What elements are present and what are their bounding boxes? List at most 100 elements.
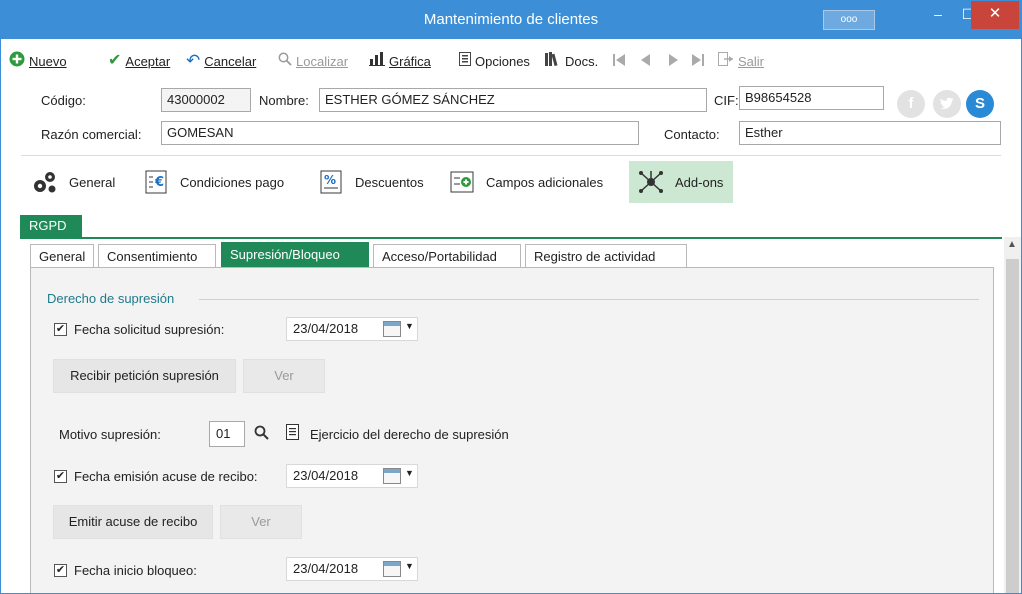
toolbar: Nuevo ✔ Aceptar ↶ Cancelar Localizar Grá…: [1, 43, 1021, 77]
codigo-field[interactable]: 43000002: [161, 88, 251, 112]
header-divider: [21, 155, 1001, 156]
fecha-bloqueo-date[interactable]: 23/04/2018 ▼: [286, 557, 418, 581]
title-bar: Mantenimiento de clientes ooo ‒ ☐ ✕: [1, 1, 1021, 39]
contacto-field[interactable]: Esther: [739, 121, 1001, 145]
nuevo-label: Nuevo: [29, 53, 67, 69]
search-icon: [278, 52, 292, 70]
add-fields-icon: [448, 169, 476, 195]
salir-button[interactable]: Salir: [718, 51, 764, 71]
docs-label: Docs.: [565, 53, 599, 69]
facebook-icon[interactable]: f: [897, 90, 925, 118]
client-header: Código: 43000002 Nombre: ESTHER GÓMEZ SÁ…: [1, 78, 1021, 154]
section-tab-condiciones-pago-label: Condiciones pago: [180, 174, 285, 190]
percent-doc-icon: %: [317, 169, 345, 195]
fecha-acuse-date[interactable]: 23/04/2018 ▼: [286, 464, 418, 488]
section-tab-campos-adicionales-label: Campos adicionales: [486, 174, 604, 190]
nuevo-button[interactable]: Nuevo: [9, 51, 67, 71]
rgpd-divider: [20, 237, 1002, 239]
opciones-button[interactable]: Opciones: [459, 51, 530, 71]
fecha-acuse-value: 23/04/2018: [293, 468, 359, 483]
more-options-button[interactable]: ooo: [823, 10, 875, 30]
docs-button[interactable]: Docs.: [545, 51, 598, 71]
cancelar-button[interactable]: ↶ Cancelar: [186, 51, 256, 71]
ver-acuse-button[interactable]: Ver: [220, 505, 302, 539]
dropdown-arrow-icon[interactable]: ▼: [405, 321, 414, 331]
skype-icon[interactable]: S: [966, 90, 994, 118]
fecha-bloqueo-label: Fecha inicio bloqueo:: [74, 563, 197, 578]
svg-text:€: €: [154, 175, 164, 190]
scroll-up-icon[interactable]: ▲: [1007, 239, 1017, 250]
aceptar-label: Aceptar: [125, 53, 171, 69]
tab-acceso-portabilidad[interactable]: Acceso/Portabilidad: [373, 244, 521, 268]
fecha-solicitud-date[interactable]: 23/04/2018 ▼: [286, 317, 418, 341]
exit-icon: [718, 52, 734, 70]
razon-comercial-field[interactable]: GOMESAN: [161, 121, 639, 145]
tab-general[interactable]: General: [30, 244, 94, 268]
group-divider: [199, 299, 979, 300]
first-record-icon: [612, 53, 626, 70]
opciones-label: Opciones: [475, 53, 530, 69]
aceptar-button[interactable]: ✔ Aceptar: [108, 51, 170, 71]
section-tab-add-ons[interactable]: Add-ons: [629, 161, 733, 203]
prev-record-button[interactable]: [639, 51, 651, 71]
dropdown-arrow-icon[interactable]: ▼: [405, 561, 414, 571]
section-tab-campos-adicionales[interactable]: Campos adicionales: [440, 161, 611, 203]
dropdown-arrow-icon[interactable]: ▼: [405, 468, 414, 478]
motivo-description: Ejercicio del derecho de supresión: [310, 427, 509, 442]
tab-registro-actividad[interactable]: Registro de actividad: [525, 244, 687, 268]
scrollbar-thumb[interactable]: [1006, 259, 1019, 593]
addons-network-icon: [637, 169, 665, 195]
recibir-peticion-button[interactable]: Recibir petición supresión: [53, 359, 236, 393]
books-icon: [545, 52, 561, 70]
calendar-icon[interactable]: [383, 468, 401, 484]
localizar-label: Localizar: [296, 53, 349, 69]
options-icon: [459, 52, 471, 70]
plus-circle-icon: [9, 51, 25, 71]
cif-label: CIF:: [714, 93, 739, 108]
fecha-bloqueo-checkbox[interactable]: ✔: [54, 564, 67, 577]
group-title-derecho-supresion: Derecho de supresión: [47, 291, 175, 306]
vertical-scrollbar[interactable]: ▲: [1004, 237, 1021, 593]
next-record-button[interactable]: [668, 51, 680, 71]
fecha-solicitud-value: 23/04/2018: [293, 321, 359, 336]
section-tab-general[interactable]: General: [23, 161, 123, 203]
rgpd-tag[interactable]: RGPD: [20, 215, 82, 237]
svg-text:%: %: [324, 173, 336, 187]
fecha-acuse-label: Fecha emisión acuse de recibo:: [74, 469, 258, 484]
twitter-icon[interactable]: [933, 90, 961, 118]
cif-field[interactable]: B98654528: [739, 86, 884, 110]
undo-arrow-icon: ↶: [186, 51, 201, 70]
grafica-button[interactable]: Gráfica: [369, 51, 431, 71]
last-record-button[interactable]: [691, 51, 705, 71]
gears-icon: [31, 169, 59, 195]
nombre-label: Nombre:: [259, 93, 309, 108]
close-button[interactable]: ✕: [971, 1, 1019, 29]
section-tab-add-ons-label: Add-ons: [675, 174, 724, 190]
minimize-button[interactable]: ‒: [921, 1, 955, 29]
section-tab-descuentos[interactable]: % Descuentos: [309, 161, 432, 203]
emitir-acuse-button[interactable]: Emitir acuse de recibo: [53, 505, 213, 539]
bar-chart-icon: [369, 52, 385, 70]
document-icon: [286, 424, 299, 443]
ver-peticion-button[interactable]: Ver: [243, 359, 325, 393]
fecha-solicitud-label: Fecha solicitud supresión:: [74, 322, 225, 337]
calendar-icon[interactable]: [383, 561, 401, 577]
localizar-button[interactable]: Localizar: [278, 51, 348, 71]
razon-comercial-label: Razón comercial:: [41, 127, 142, 142]
section-tab-general-label: General: [69, 174, 116, 190]
fecha-solicitud-checkbox[interactable]: ✔: [54, 323, 67, 336]
nombre-field[interactable]: ESTHER GÓMEZ SÁNCHEZ: [319, 88, 707, 112]
section-tab-condiciones-pago[interactable]: € Condiciones pago: [134, 161, 292, 203]
contacto-label: Contacto:: [664, 127, 720, 142]
search-icon[interactable]: [254, 425, 269, 443]
fecha-acuse-checkbox[interactable]: ✔: [54, 470, 67, 483]
tab-consentimiento[interactable]: Consentimiento: [98, 244, 216, 268]
codigo-label: Código:: [41, 93, 86, 108]
first-record-button[interactable]: [612, 51, 626, 71]
tab-supresion-bloqueo[interactable]: Supresión/Bloqueo: [221, 242, 369, 268]
fecha-bloqueo-value: 23/04/2018: [293, 561, 359, 576]
motivo-code-field[interactable]: 01: [209, 421, 245, 447]
next-record-icon: [668, 53, 680, 70]
calendar-icon[interactable]: [383, 321, 401, 337]
euro-doc-icon: €: [142, 169, 170, 195]
